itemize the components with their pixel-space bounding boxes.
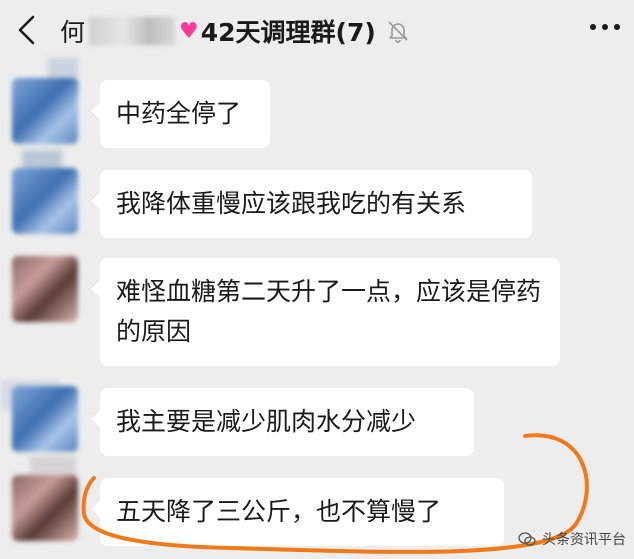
chat-header: 何 ♥ 42天调理群(7) — [0, 0, 634, 62]
title-prefix: 何 — [60, 18, 86, 47]
chevron-left-icon[interactable] — [14, 14, 40, 46]
group-title: 42天调理群(7) — [200, 18, 376, 47]
message-bubble[interactable]: 我降体重慢应该跟我吃的有关系 — [91, 170, 532, 238]
message-text: 中药全停了 — [116, 99, 242, 128]
message-text: 我降体重慢应该跟我吃的有关系 — [116, 189, 467, 218]
more-icon[interactable] — [588, 20, 622, 34]
mute-bell-icon — [388, 21, 408, 43]
watermark-text: 头条资讯平台 — [542, 532, 626, 548]
blurred-name — [89, 17, 176, 45]
watermark: 头条资讯平台 — [518, 529, 626, 549]
blur-patch — [30, 456, 76, 476]
message-bubble[interactable]: 难怪血糖第二天升了一点，应该是停药的原因 — [91, 258, 560, 366]
wechat-icon — [518, 532, 536, 546]
avatar[interactable] — [12, 78, 78, 144]
avatar[interactable] — [12, 256, 78, 322]
avatar[interactable] — [12, 386, 78, 452]
message-bubble[interactable]: 中药全停了 — [91, 80, 270, 148]
avatar[interactable] — [12, 475, 78, 541]
heart-icon: ♥ — [179, 18, 199, 44]
chat-title: 何 ♥ 42天调理群(7) — [60, 12, 410, 50]
message-text: 难怪血糖第二天升了一点，应该是停药的原因 — [116, 277, 542, 346]
avatar[interactable] — [12, 168, 78, 234]
